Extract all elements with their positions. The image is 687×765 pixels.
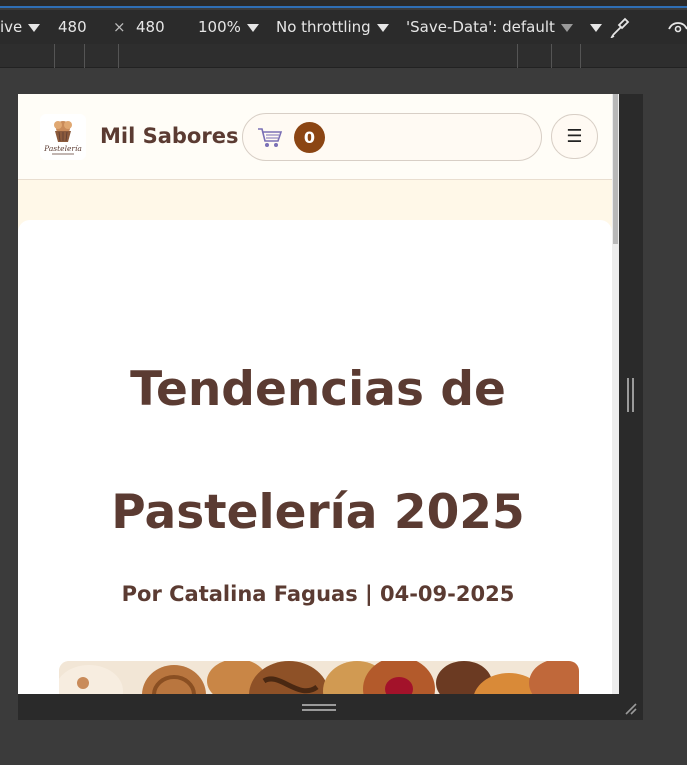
logo-text: Pastelería <box>43 144 82 153</box>
viewport-scrollbar[interactable] <box>612 94 619 694</box>
logo-cupcake-icon[interactable]: Pastelería <box>40 114 86 160</box>
resize-handle-right[interactable] <box>627 378 634 412</box>
ruler-tick <box>551 44 552 68</box>
cart-count-badge: 0 <box>294 122 325 153</box>
throttling-select[interactable]: No throttling <box>276 18 389 36</box>
emulated-viewport: Pastelería Mil Sabores 0 ☰ Tendencias de… <box>18 94 619 694</box>
zoom-label: 100% <box>198 18 241 36</box>
save-data-select[interactable]: 'Save-Data': default <box>406 18 573 36</box>
sensor-icon[interactable] <box>667 16 687 42</box>
ruler-tick <box>54 44 55 68</box>
dropdown-arrow-icon <box>590 23 602 32</box>
menu-button[interactable]: ☰ <box>551 114 598 159</box>
ruler-tick <box>517 44 518 68</box>
height-input[interactable]: 480 <box>136 18 165 36</box>
resize-handle-bottom[interactable] <box>302 704 336 711</box>
dropdown-arrow-icon <box>560 23 573 32</box>
brand-name[interactable]: Mil Sabores <box>100 124 238 148</box>
article-title-line: Pastelería 2025 <box>111 485 525 540</box>
device-label: ive <box>0 18 23 36</box>
hero-image-pastries <box>59 661 579 694</box>
devtools-device-toolbar: ive 480 × 480 100% No throttling 'Save-D… <box>0 10 687 44</box>
more-options-dropdown[interactable] <box>584 18 602 36</box>
eyedropper-icon[interactable] <box>609 16 630 42</box>
ruler-tick <box>84 44 85 68</box>
menu-icon: ☰ <box>566 126 583 147</box>
scrollbar-thumb[interactable] <box>613 94 618 244</box>
dropdown-arrow-icon <box>376 23 389 32</box>
window-top-edge <box>0 0 687 8</box>
cart-icon <box>257 126 283 150</box>
device-select[interactable]: ive <box>0 18 41 36</box>
throttling-label: No throttling <box>276 18 371 36</box>
ruler-tick <box>580 44 581 68</box>
article-title-line: Tendencias de <box>130 362 506 417</box>
site-header: Pastelería Mil Sabores 0 ☰ <box>18 94 612 180</box>
dropdown-arrow-icon <box>28 23 41 32</box>
cart-button[interactable]: 0 <box>242 113 542 161</box>
width-input[interactable]: 480 <box>58 18 87 36</box>
save-data-label: 'Save-Data': default <box>406 18 555 36</box>
zoom-select[interactable]: 100% <box>198 18 259 36</box>
article-title: Tendencias de Pastelería 2025 <box>18 328 618 574</box>
media-query-ruler <box>0 44 687 68</box>
dropdown-arrow-icon <box>246 23 259 32</box>
resize-corner-icon[interactable] <box>622 700 638 716</box>
dimension-separator: × <box>113 18 126 36</box>
ruler-tick <box>118 44 119 68</box>
article-byline: Por Catalina Faguas | 04-09-2025 <box>121 582 515 606</box>
